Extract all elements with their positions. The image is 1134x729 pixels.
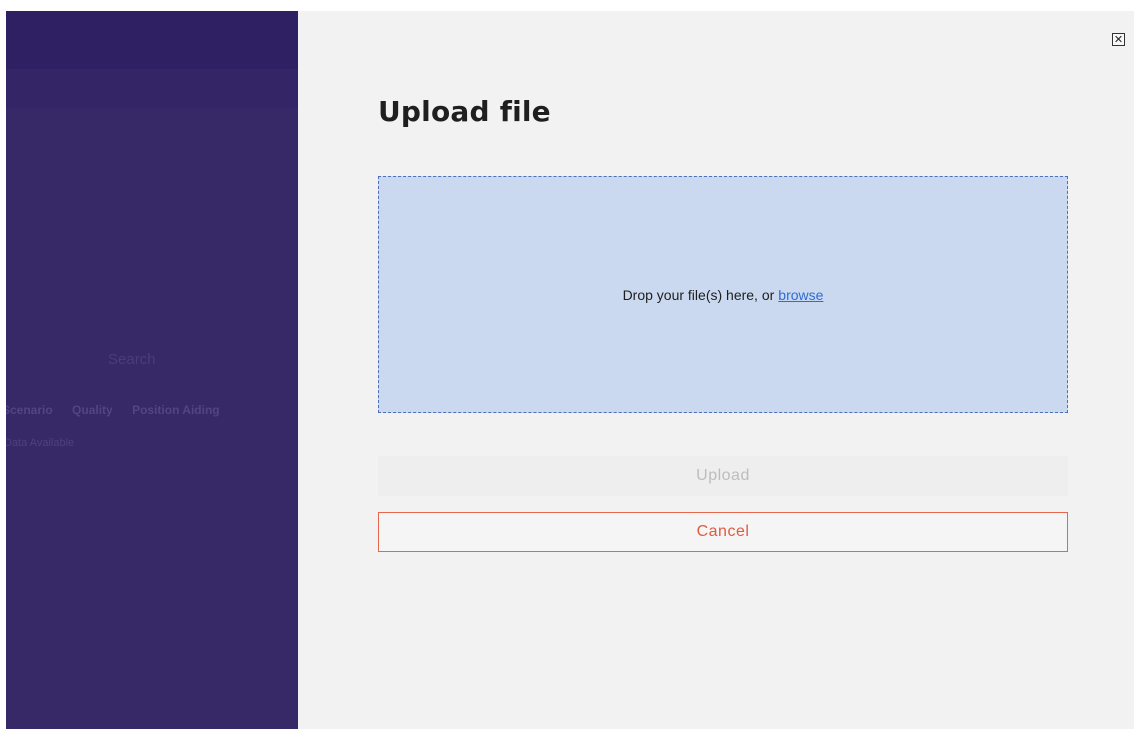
upload-file-modal: ✕ Upload file Drop your file(s) here, or… bbox=[298, 11, 1134, 729]
cancel-button[interactable]: Cancel bbox=[378, 512, 1068, 552]
background-empty-message: Data Available bbox=[6, 437, 75, 449]
dropzone-prompt: Drop your file(s) here, or bbox=[622, 286, 775, 303]
background-header bbox=[6, 11, 298, 69]
column-quality: Quality bbox=[72, 403, 113, 417]
background-subheader bbox=[6, 69, 298, 108]
modal-title: Upload file bbox=[378, 95, 551, 128]
file-dropzone[interactable]: Drop your file(s) here, or browse bbox=[378, 176, 1068, 413]
background-table-header: Scenario Quality Position Aiding bbox=[6, 403, 236, 417]
column-position-aiding: Position Aiding bbox=[132, 403, 220, 417]
upload-button[interactable]: Upload bbox=[378, 456, 1068, 496]
browse-link[interactable]: browse bbox=[778, 287, 823, 303]
background-search-placeholder: Search bbox=[108, 351, 156, 368]
app-frame: Search Scenario Quality Position Aiding … bbox=[6, 11, 1134, 729]
close-icon[interactable]: ✕ bbox=[1112, 33, 1125, 46]
background-page-overlay: Search Scenario Quality Position Aiding … bbox=[6, 11, 298, 729]
column-scenario: Scenario bbox=[6, 403, 53, 417]
